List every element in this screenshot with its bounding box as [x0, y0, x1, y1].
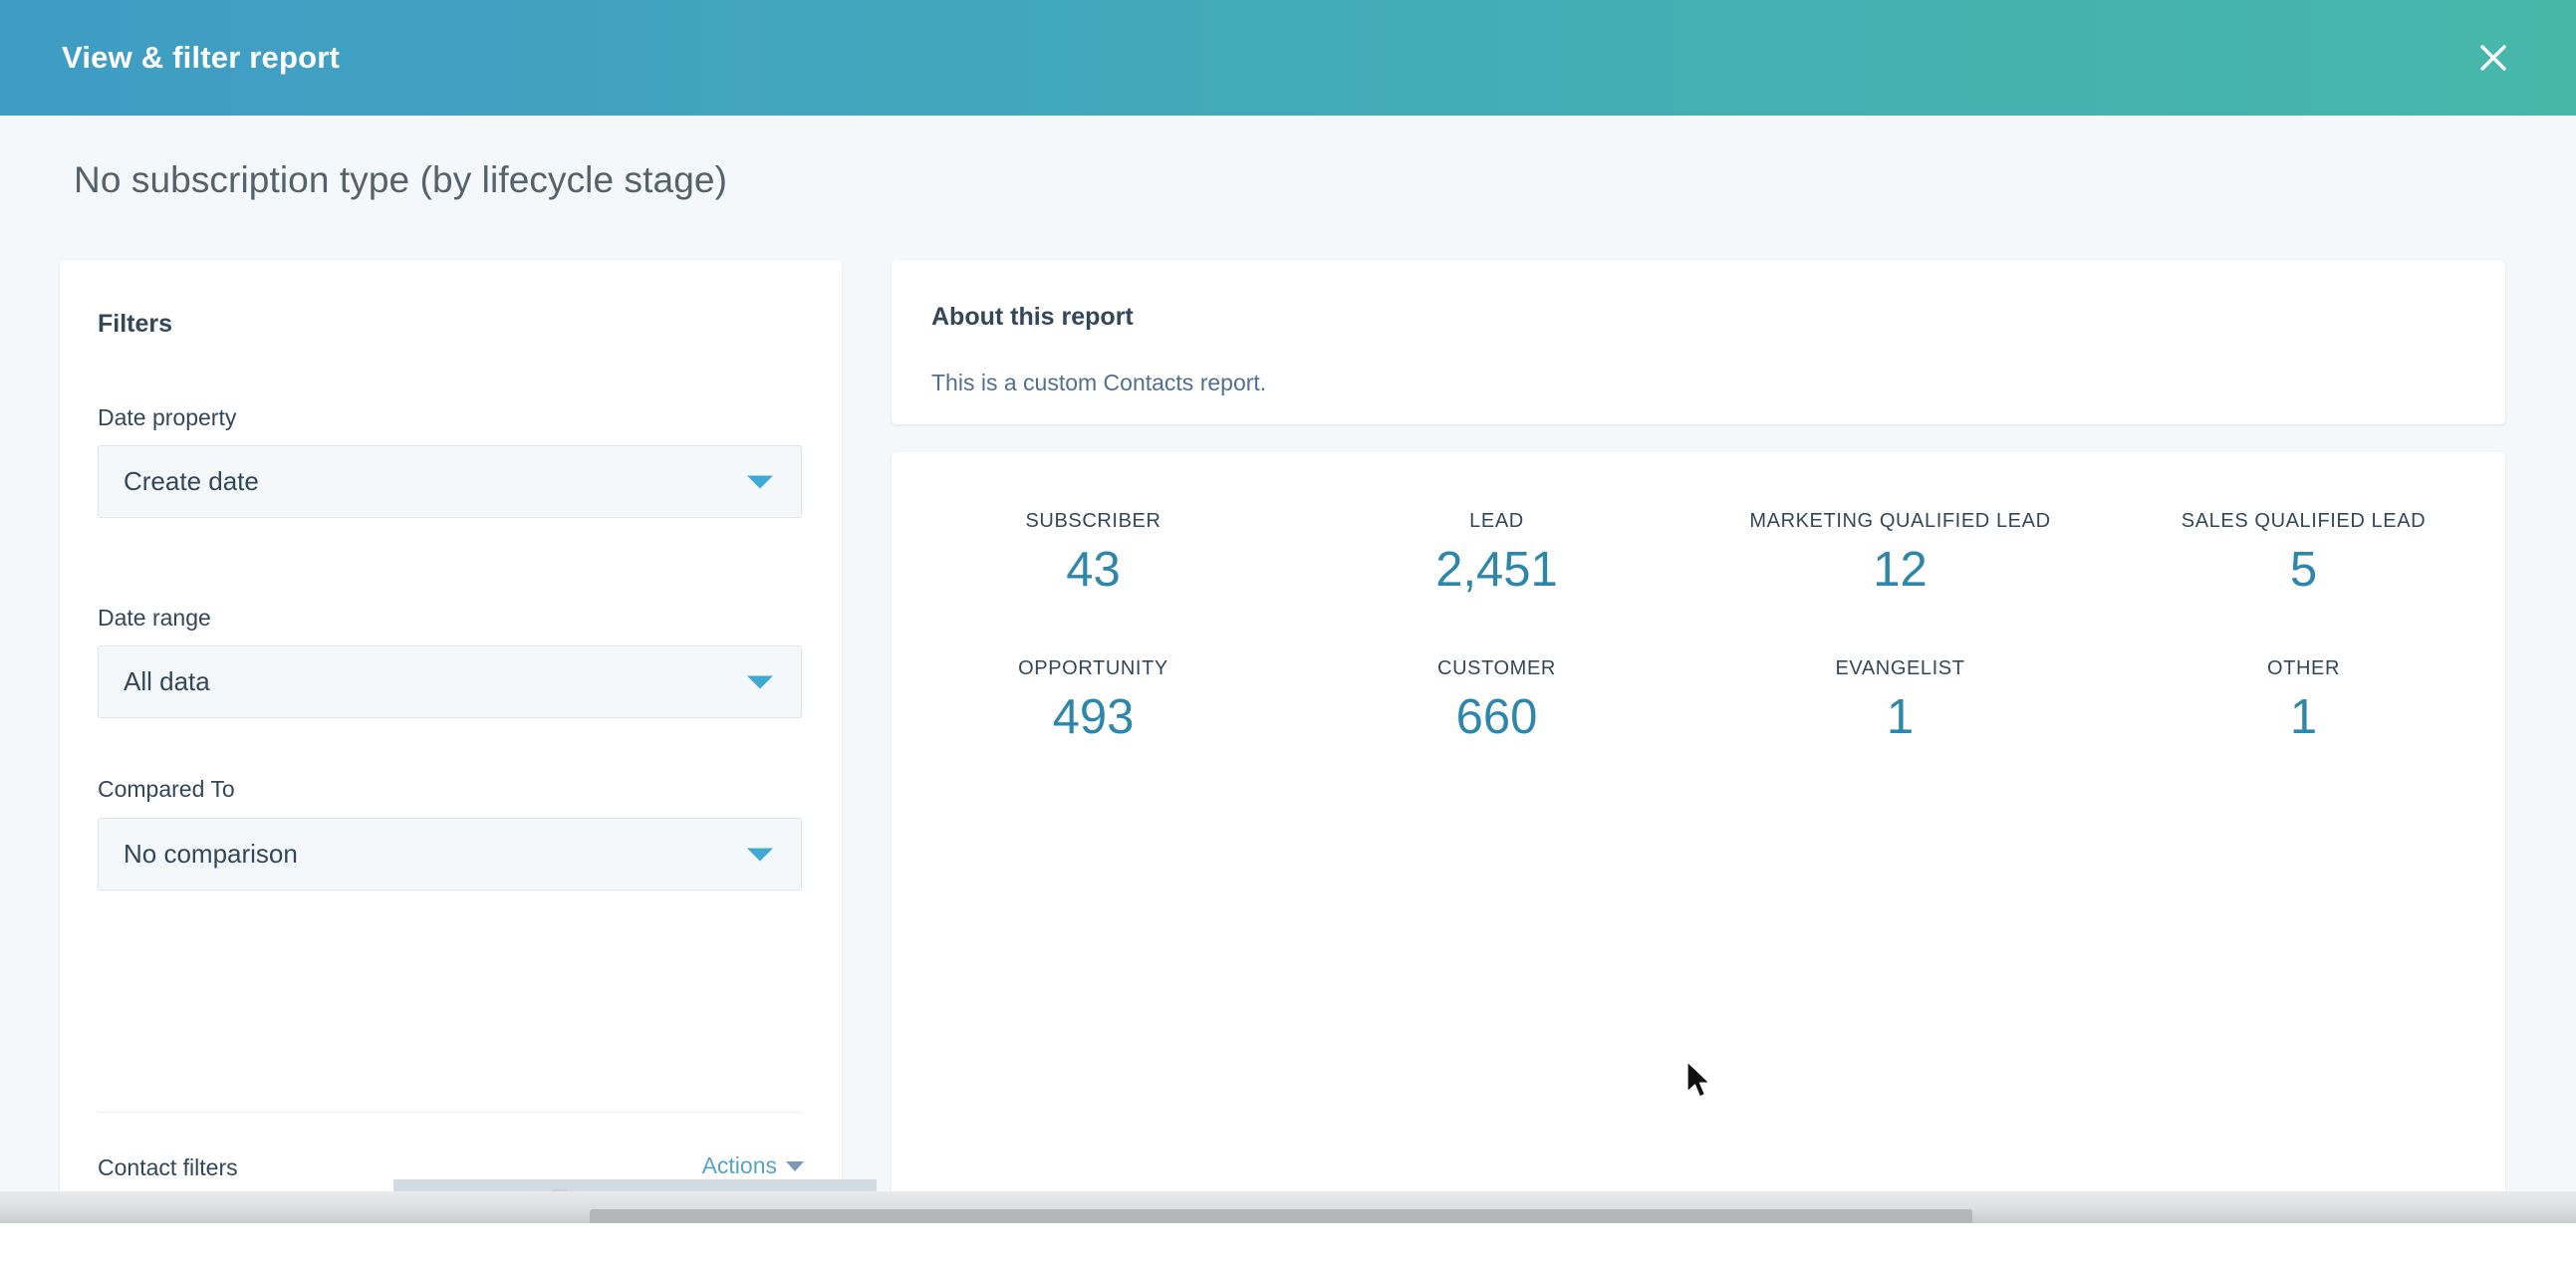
browser-chrome-strip: [0, 1191, 2576, 1223]
compared-to-label: Compared To: [98, 776, 235, 802]
chevron-down-icon: [747, 475, 773, 488]
filter-actions-dropdown[interactable]: Actions: [702, 1152, 804, 1179]
stat-tile-marketing-qualified-lead[interactable]: MARKETING QUALIFIED LEAD 12: [1698, 510, 2102, 596]
stat-label: EVANGELIST: [1835, 657, 1965, 680]
date-range-value: All data: [124, 666, 210, 696]
about-report-body: This is a custom Contacts report.: [931, 370, 1267, 395]
compared-to-value: No comparison: [124, 839, 298, 869]
date-property-label: Date property: [98, 404, 237, 430]
stat-tile-grid: SUBSCRIBER 43 LEAD 2,451 MARKETING QUALI…: [892, 510, 2505, 744]
stat-value: 1: [1886, 690, 1915, 745]
stat-label: LEAD: [1469, 510, 1524, 532]
modal-title: View & filter report: [62, 40, 341, 75]
stat-value: 493: [1052, 690, 1135, 745]
stat-label: CUSTOMER: [1437, 657, 1556, 680]
stat-tile-other[interactable]: OTHER 1: [2102, 657, 2505, 743]
date-range-label: Date range: [98, 605, 211, 631]
stat-value: 1: [2289, 690, 2318, 745]
stat-label: SALES QUALIFIED LEAD: [2181, 510, 2427, 532]
stat-label: OTHER: [2267, 657, 2340, 680]
chevron-down-icon: [786, 1160, 804, 1171]
modal-body: No subscription type (by lifecycle stage…: [0, 116, 2576, 1223]
stat-tile-lead[interactable]: LEAD 2,451: [1295, 510, 1698, 596]
about-report-title: About this report: [931, 303, 1134, 331]
stat-label: MARKETING QUALIFIED LEAD: [1749, 510, 2051, 532]
stat-tile-evangelist[interactable]: EVANGELIST 1: [1698, 657, 2102, 743]
modal-header: View & filter report: [0, 0, 2576, 116]
stat-label: OPPORTUNITY: [1018, 657, 1168, 680]
filters-panel: Filters Date property Create date Date r…: [60, 260, 842, 1223]
page-title: No subscription type (by lifecycle stage…: [74, 159, 727, 200]
stat-value: 5: [2289, 543, 2318, 597]
stat-tile-subscriber[interactable]: SUBSCRIBER 43: [892, 510, 1295, 596]
date-range-select[interactable]: All data: [98, 645, 802, 718]
date-property-value: Create date: [124, 466, 259, 496]
filters-heading: Filters: [98, 310, 173, 338]
close-icon[interactable]: [2466, 31, 2520, 85]
stat-value: 660: [1455, 690, 1538, 745]
report-visualization-card: SUBSCRIBER 43 LEAD 2,451 MARKETING QUALI…: [892, 452, 2505, 1223]
stat-value: 12: [1873, 543, 1928, 597]
stat-value: 2,451: [1435, 543, 1558, 597]
stat-tile-opportunity[interactable]: OPPORTUNITY 493: [892, 657, 1295, 743]
chevron-down-icon: [747, 675, 773, 688]
divider: [98, 1112, 802, 1113]
contact-filters-label: Contact filters: [98, 1154, 238, 1180]
compared-to-select[interactable]: No comparison: [98, 818, 802, 891]
browser-chrome-tab: [590, 1209, 1972, 1223]
stat-tile-customer[interactable]: CUSTOMER 660: [1295, 657, 1698, 743]
stat-tile-sales-qualified-lead[interactable]: SALES QUALIFIED LEAD 5: [2102, 510, 2505, 596]
date-property-select[interactable]: Create date: [98, 445, 802, 518]
filter-actions-label: Actions: [701, 1152, 777, 1178]
chevron-down-icon: [747, 848, 773, 861]
stat-label: SUBSCRIBER: [1025, 510, 1161, 532]
stat-value: 43: [1066, 543, 1121, 597]
about-report-card: About this report This is a custom Conta…: [892, 260, 2505, 424]
